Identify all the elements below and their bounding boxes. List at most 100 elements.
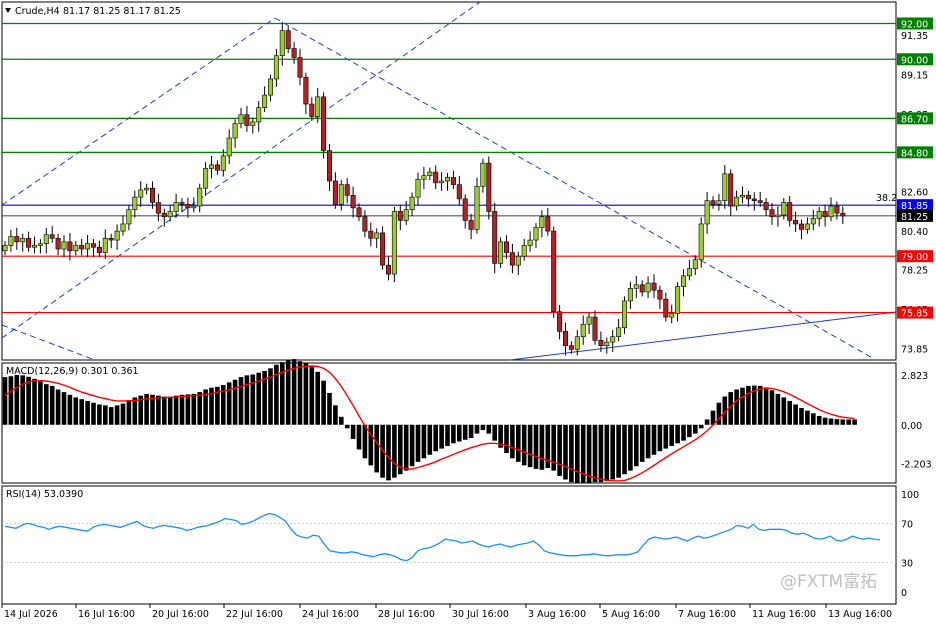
macd-bar <box>126 400 132 425</box>
macd-bar <box>67 394 73 425</box>
macd-tick-2.823: 2.823 <box>901 371 928 382</box>
macd-bar <box>26 376 31 425</box>
macd-bar <box>669 424 674 446</box>
time-tick-label: 20 Jul 16:00 <box>152 609 209 620</box>
macd-bar <box>586 424 592 483</box>
macd-bar <box>474 424 480 434</box>
price-pane[interactable]: 91.3589.1586.9584.8082.6080.4078.2576.05… <box>1 1 933 361</box>
macd-bar <box>91 402 96 425</box>
macd-bar <box>769 390 775 425</box>
macd-bar <box>451 424 456 444</box>
macd-bar <box>2 377 8 425</box>
price-tick-91.35: 91.35 <box>901 31 928 42</box>
macd-bar <box>244 375 250 425</box>
macd-bar <box>781 397 787 425</box>
macd-bar <box>297 361 303 425</box>
macd-bar <box>433 424 438 452</box>
macd-bar <box>763 387 769 425</box>
time-tick-label: 14 Jul 2026 <box>4 609 58 620</box>
macd-bar <box>20 375 25 425</box>
macd-axis: 2.823 0.00 -2.203 <box>901 371 932 471</box>
macd-bar <box>533 424 539 469</box>
time-tick-label: 5 Aug 16:00 <box>602 609 660 620</box>
macd-bar <box>85 400 90 425</box>
time-axis: 14 Jul 2026 16 Jul 16:00 20 Jul 16:00 22 Ju… <box>1 604 892 620</box>
macd-bar <box>557 424 562 476</box>
macd-bar <box>156 395 161 425</box>
macd-bar <box>704 419 710 425</box>
rsi-pane[interactable]: 100 70 30 0 RSI(14) 53.0390 @FXTM富拓 <box>1 485 919 605</box>
macd-tick-0.00: 0.00 <box>901 421 922 432</box>
macd-bar <box>462 424 468 440</box>
rsi-tick-100: 100 <box>901 490 919 501</box>
macd-bar <box>734 389 739 425</box>
price-tick-73.85: 73.85 <box>901 344 928 355</box>
price-tick-80.40: 80.40 <box>901 227 928 238</box>
level-label-75.85: 75.85 <box>901 309 928 320</box>
macd-bar <box>480 424 486 431</box>
macd-pane[interactable]: 2.823 0.00 -2.203 MACD(12,26,9) 0.301 0.36… <box>1 359 932 484</box>
macd-bar <box>362 424 368 459</box>
macd-bar <box>852 419 857 425</box>
macd-bar <box>32 378 37 425</box>
time-tick-label: 24 Jul 16:00 <box>302 609 359 620</box>
macd-bar <box>822 417 828 425</box>
macd-bar <box>628 424 633 471</box>
macd-bar <box>492 424 497 441</box>
macd-bar <box>61 392 67 425</box>
macd-bar <box>468 424 474 438</box>
time-tick-label: 28 Jul 16:00 <box>378 609 435 620</box>
macd-bar <box>238 377 244 425</box>
macd-bar <box>716 402 722 425</box>
macd-bar <box>49 385 55 425</box>
candle <box>391 206 397 283</box>
macd-bar <box>639 424 645 462</box>
macd-bar <box>698 424 704 429</box>
price-tick-82.60: 82.60 <box>901 188 928 199</box>
macd-bar <box>840 419 846 425</box>
macd-bar <box>510 424 515 459</box>
candle <box>321 92 327 159</box>
rsi-tick-0: 0 <box>901 588 907 599</box>
macd-bar <box>44 384 49 425</box>
macd-bar <box>191 393 197 425</box>
macd-bar <box>333 405 338 425</box>
macd-bar <box>811 413 816 425</box>
rsi-tick-70: 70 <box>901 519 913 530</box>
macd-title: MACD(12,26,9) 0.301 0.361 <box>6 366 139 377</box>
macd-bar <box>663 424 669 449</box>
level-label-90.00: 90.00 <box>901 55 928 66</box>
macd-bar <box>315 371 320 425</box>
fib-annotation: 38.2 <box>876 193 897 204</box>
macd-bar <box>457 424 462 442</box>
macd-bar <box>516 424 521 462</box>
macd-bar <box>622 424 627 475</box>
candle <box>380 226 386 270</box>
macd-bar <box>598 424 604 483</box>
macd-bar <box>834 419 840 425</box>
price-tick-78.25: 78.25 <box>901 266 928 277</box>
macd-bar <box>321 380 326 425</box>
macd-bar <box>634 424 639 467</box>
macd-bar <box>504 424 509 453</box>
macd-bar <box>816 415 822 425</box>
time-tick-label: 11 Aug 16:00 <box>752 609 816 620</box>
watermark: @FXTM富拓 <box>780 572 877 592</box>
macd-tick--2.203: -2.203 <box>901 460 932 471</box>
macd-bar <box>439 424 444 449</box>
macd-bar <box>675 424 680 444</box>
macd-bar <box>409 424 415 467</box>
macd-bar <box>521 424 527 466</box>
macd-bar <box>693 424 698 434</box>
candle <box>551 226 557 318</box>
macd-bar <box>309 366 315 425</box>
macd-bar <box>757 385 763 425</box>
macd-bar <box>120 403 126 425</box>
macd-bar <box>356 424 362 450</box>
macd-bar <box>232 379 238 425</box>
macd-bar <box>73 397 79 425</box>
macd-bar <box>132 397 138 425</box>
time-tick-label: 3 Aug 16:00 <box>528 609 586 620</box>
macd-bar <box>8 376 14 425</box>
trading-chart[interactable]: 91.3589.1586.9584.8082.6080.4078.2576.05… <box>0 0 936 624</box>
